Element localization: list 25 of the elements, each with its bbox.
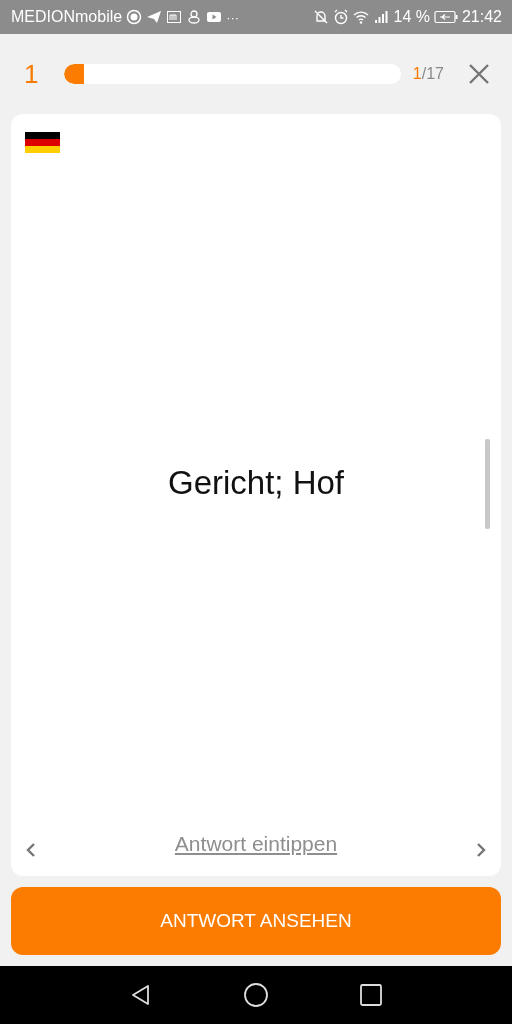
battery-percent: 14 %	[393, 8, 430, 26]
home-icon[interactable]	[243, 982, 269, 1008]
total-card-count: /17	[421, 65, 444, 82]
card-term: Gericht; Hof	[167, 463, 345, 502]
battery-icon	[433, 10, 458, 24]
chevron-left-icon	[25, 841, 37, 859]
video-icon	[206, 9, 223, 25]
carrier-name: MEDIONmobile	[11, 8, 123, 26]
chevron-right-icon	[475, 841, 487, 859]
type-answer-link[interactable]: Antwort eintippen	[174, 832, 338, 856]
clock-time: 21:42	[461, 8, 502, 26]
german-flag-icon	[25, 132, 60, 153]
close-button[interactable]	[468, 63, 490, 85]
signal-icon	[373, 9, 390, 25]
alarm-icon	[333, 9, 350, 25]
wifi-icon	[353, 9, 370, 25]
paper-plane-icon	[146, 9, 163, 25]
muted-bell-icon	[313, 9, 330, 25]
circle-icon	[126, 9, 143, 25]
close-icon	[468, 63, 490, 85]
recent-apps-icon[interactable]	[359, 983, 383, 1007]
current-card-number: 1	[412, 65, 422, 82]
show-answer-button[interactable]: ANTWORT ANSEHEN	[11, 887, 501, 955]
more-notifications: ···	[226, 9, 240, 25]
streak-count: 1	[24, 58, 40, 90]
